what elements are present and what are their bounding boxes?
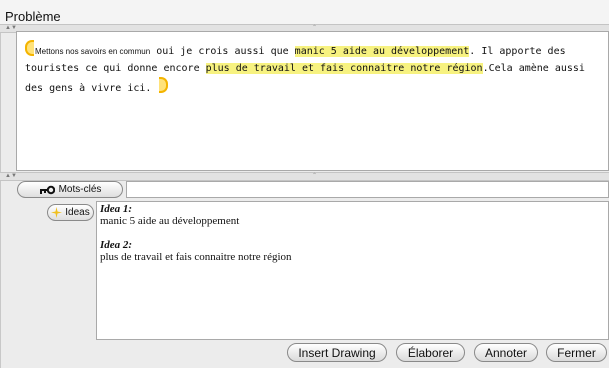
keywords-input[interactable] xyxy=(126,181,609,198)
window-title: Problème xyxy=(5,9,61,24)
title-bar: Problème xyxy=(0,0,609,25)
ideas-label: Ideas xyxy=(65,207,90,218)
bracket-close-icon xyxy=(159,77,169,93)
middle-splitter[interactable]: ▲▼ ⌃ xyxy=(0,172,609,181)
idea-text: manic 5 aide au développement xyxy=(100,215,240,227)
keywords-label: Mots-clés xyxy=(58,184,102,195)
idea-text: plus de travail et fais connaitre notre … xyxy=(100,251,292,263)
splitter-grip-icon[interactable]: ⌃ xyxy=(312,173,317,179)
idea-item: Idea 2: plus de travail et fais connaitr… xyxy=(100,239,292,263)
idea-title: Idea 2: xyxy=(100,239,133,251)
insert-drawing-button[interactable]: Insert Drawing xyxy=(287,343,387,362)
problem-text[interactable]: Mettons nos savoirs en commun oui je cro… xyxy=(25,40,600,97)
idea-item: Idea 1: manic 5 aide au développement xyxy=(100,203,239,227)
fermer-button[interactable]: Fermer xyxy=(546,343,607,362)
highlighted-phrase[interactable]: manic 5 aide au développement xyxy=(294,46,470,57)
sparkle-icon xyxy=(51,207,63,218)
window-left-border xyxy=(0,24,1,368)
splitter-arrows-icon[interactable]: ▲▼ xyxy=(5,173,17,179)
lead-text: Mettons nos savoirs en commun xyxy=(35,47,151,56)
highlighted-phrase[interactable]: plus de travail et fais connaitre notre … xyxy=(205,63,483,74)
elaborer-button[interactable]: Élaborer xyxy=(396,343,465,362)
text-segment: oui je crois aussi que xyxy=(150,46,295,57)
idea-title: Idea 1: xyxy=(100,203,133,215)
key-icon xyxy=(39,185,55,194)
bracket-open-icon xyxy=(25,40,34,56)
ideas-panel[interactable]: Idea 1: manic 5 aide au développement Id… xyxy=(96,201,609,340)
annoter-button[interactable]: Annoter xyxy=(474,343,538,362)
problem-text-area[interactable]: Mettons nos savoirs en commun oui je cro… xyxy=(16,31,609,171)
ideas-button[interactable]: Ideas xyxy=(47,204,94,221)
keywords-button[interactable]: Mots-clés xyxy=(17,181,123,198)
